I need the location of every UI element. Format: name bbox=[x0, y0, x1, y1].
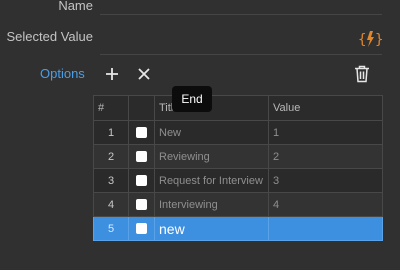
index-column-header[interactable]: # bbox=[93, 95, 129, 121]
row-index: 2 bbox=[93, 144, 129, 169]
dynamic-value-button[interactable]: { } bbox=[358, 28, 383, 55]
table-row[interactable]: 3 Request for Interview 3 bbox=[93, 168, 383, 193]
table-header-row: # Title Value bbox=[93, 95, 383, 121]
row-checkbox[interactable] bbox=[136, 127, 147, 138]
svg-text:}: } bbox=[375, 32, 382, 48]
row-title-editor[interactable]: new bbox=[154, 216, 269, 241]
table-row[interactable]: 1 New 1 bbox=[93, 120, 383, 145]
row-checkbox-cell[interactable] bbox=[128, 144, 155, 169]
row-checkbox-cell[interactable] bbox=[128, 216, 155, 241]
end-tooltip: End bbox=[172, 86, 212, 112]
trash-icon bbox=[355, 65, 369, 83]
name-label: Name bbox=[58, 0, 93, 13]
row-index: 1 bbox=[93, 120, 129, 145]
svg-text:{: { bbox=[358, 32, 366, 48]
row-title[interactable]: Interviewing bbox=[154, 192, 269, 217]
row-value[interactable]: 4 bbox=[268, 192, 383, 217]
options-table: # Title Value 1 New 1 2 Reviewing 2 3 Re… bbox=[93, 95, 383, 241]
add-option-button[interactable] bbox=[104, 66, 120, 87]
row-checkbox[interactable] bbox=[136, 223, 147, 234]
row-checkbox[interactable] bbox=[136, 151, 147, 162]
remove-option-button[interactable] bbox=[137, 67, 151, 86]
row-checkbox[interactable] bbox=[136, 199, 147, 210]
row-title[interactable]: New bbox=[154, 120, 269, 145]
row-index: 5 bbox=[93, 216, 129, 241]
check-column-header[interactable] bbox=[128, 95, 155, 121]
row-index: 3 bbox=[93, 168, 129, 193]
plus-icon bbox=[106, 68, 118, 80]
row-index: 4 bbox=[93, 192, 129, 217]
row-checkbox[interactable] bbox=[136, 175, 147, 186]
row-title[interactable]: Request for Interview bbox=[154, 168, 269, 193]
selected-value-label: Selected Value bbox=[6, 29, 94, 44]
row-value[interactable] bbox=[268, 216, 383, 241]
row-checkbox-cell[interactable] bbox=[128, 120, 155, 145]
row-value[interactable]: 3 bbox=[268, 168, 383, 193]
x-icon bbox=[138, 68, 150, 80]
row-title[interactable]: Reviewing bbox=[154, 144, 269, 169]
selected-table-row[interactable]: 5 new bbox=[93, 216, 383, 241]
selected-value-divider bbox=[100, 54, 382, 55]
row-value[interactable]: 1 bbox=[268, 120, 383, 145]
options-label: Options bbox=[40, 66, 85, 81]
row-checkbox-cell[interactable] bbox=[128, 192, 155, 217]
row-checkbox-cell[interactable] bbox=[128, 168, 155, 193]
row-value[interactable]: 2 bbox=[268, 144, 383, 169]
delete-options-button[interactable] bbox=[354, 65, 370, 88]
value-column-header[interactable]: Value bbox=[268, 95, 383, 121]
table-row[interactable]: 4 Interviewing 4 bbox=[93, 192, 383, 217]
table-row[interactable]: 2 Reviewing 2 bbox=[93, 144, 383, 169]
name-field-divider bbox=[100, 14, 382, 15]
lightning-bolt-icon: { } bbox=[358, 31, 383, 48]
